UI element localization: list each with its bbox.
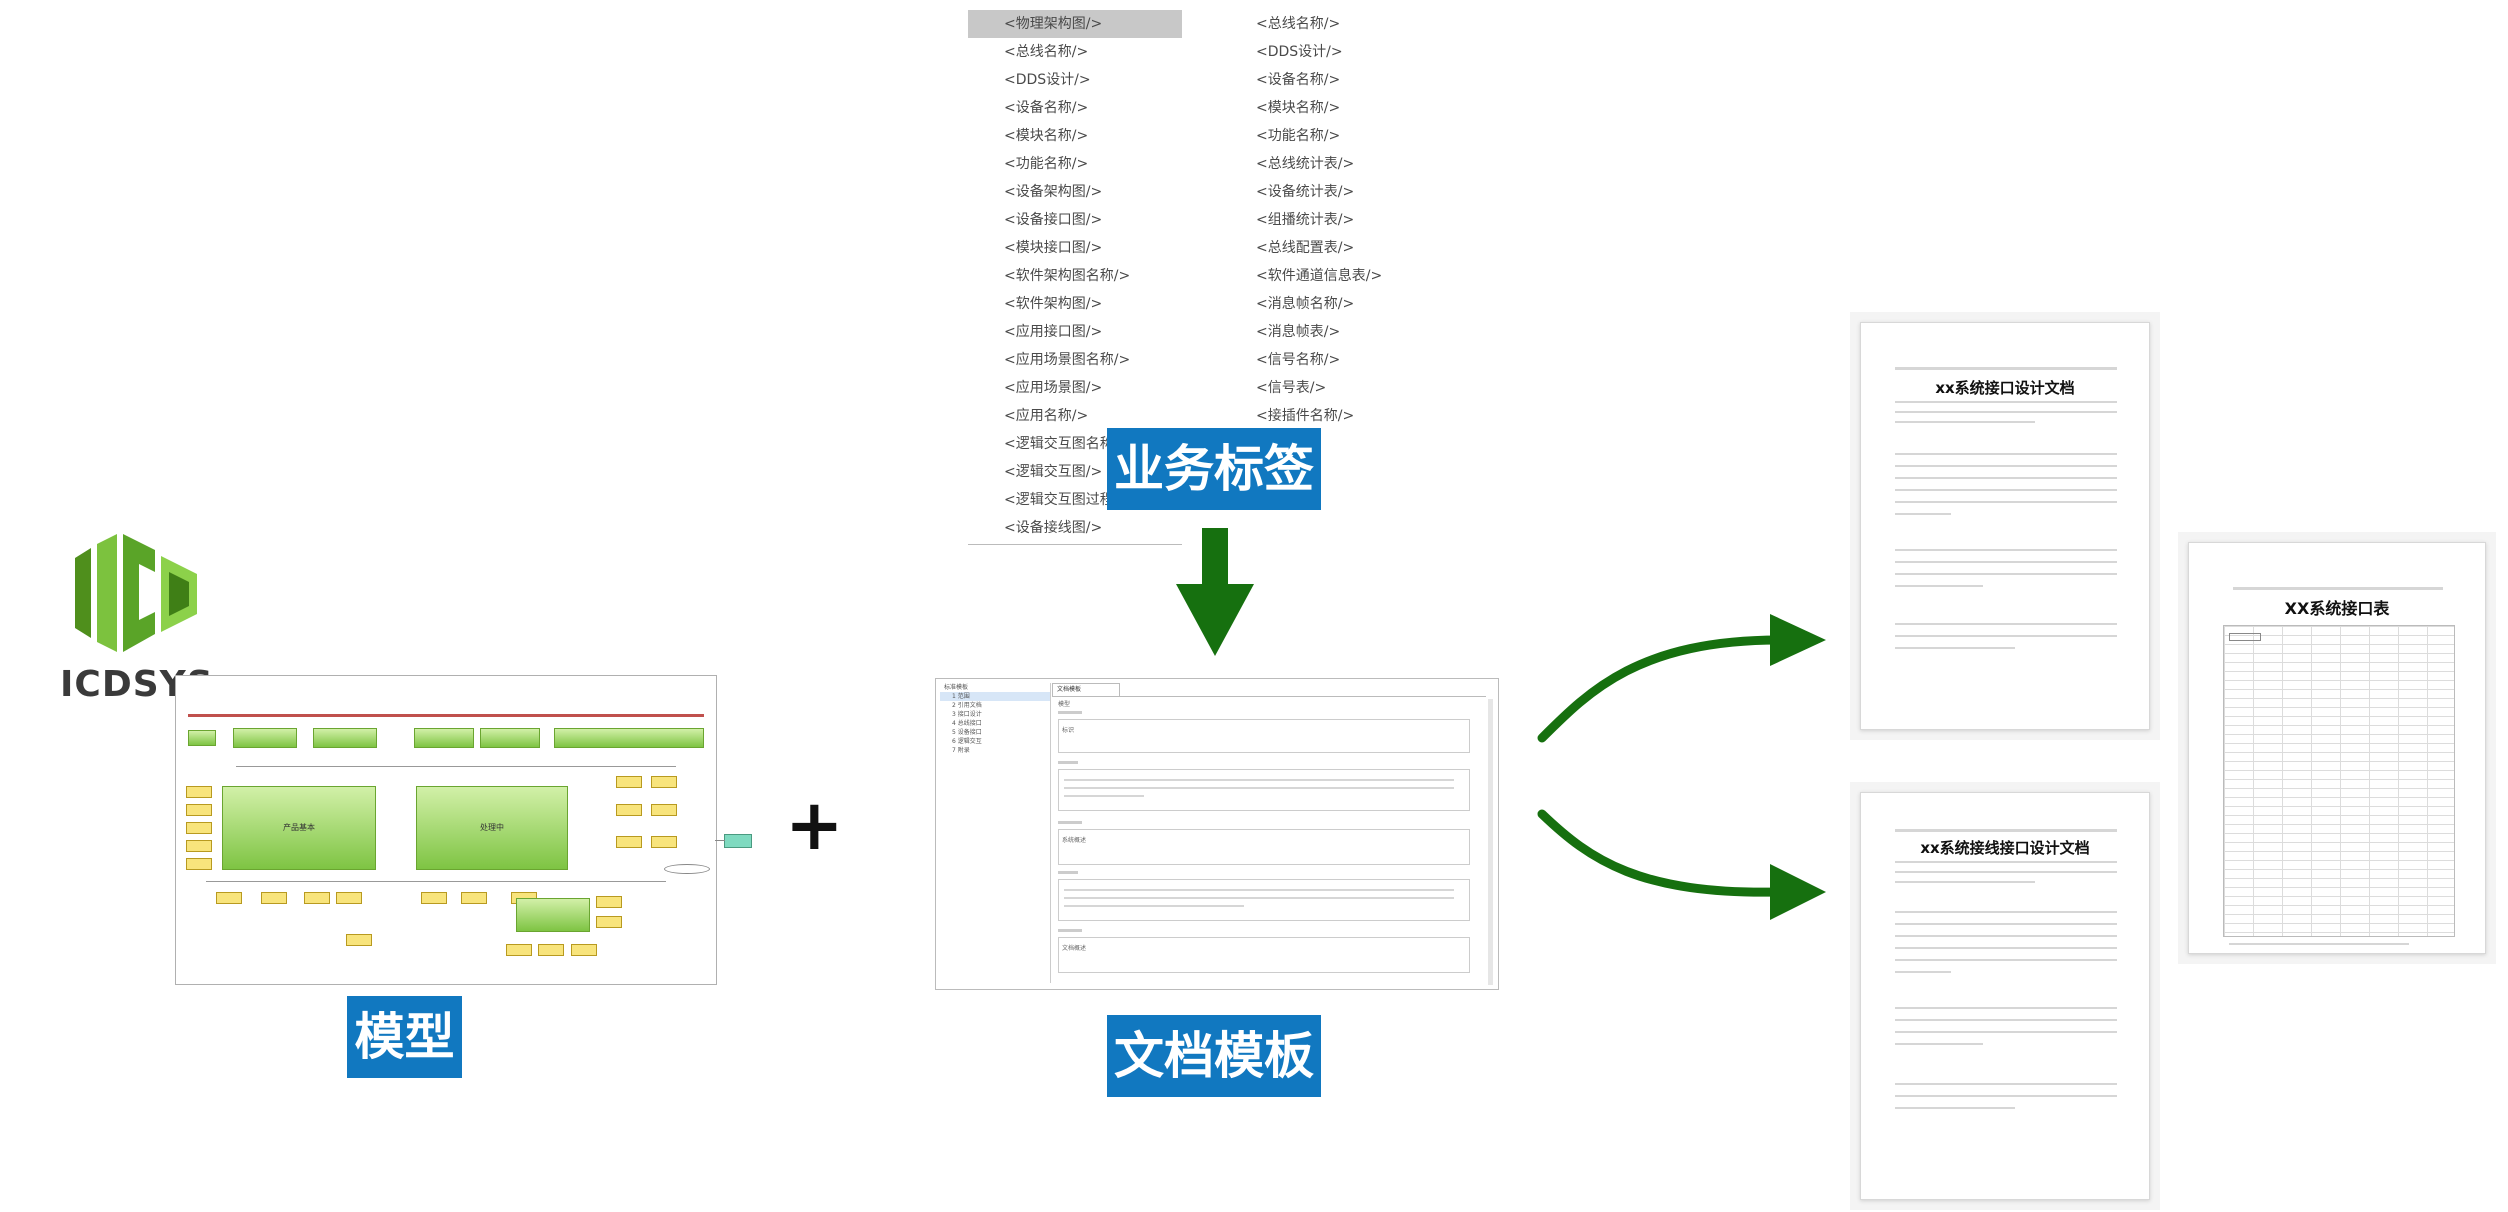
model-label: 模型 [347, 996, 462, 1078]
doc-template-label: 文档模板 [1107, 1015, 1321, 1097]
tag-left-item: <总线名称/> [1004, 44, 1089, 60]
template-section-label: 标识 [1062, 727, 1075, 734]
tag-right-item: <模块名称/> [1256, 100, 1341, 116]
tag-list-right: <总线名称/> <DDS设计/> <设备名称/> <模块名称/> <功能名称/>… [1256, 10, 1456, 430]
tag-left-item: <应用接口图/> [1004, 324, 1103, 340]
template-preview: 标准模板 1 范围 2 引用文档 3 接口设计 4 总线接口 5 设备接口 6 … [935, 678, 1499, 990]
down-arrow-icon [1176, 528, 1254, 656]
template-section-label: 模型 [1058, 701, 1071, 708]
tag-right-item: <功能名称/> [1256, 128, 1341, 144]
tag-left-item: <设备架构图/> [1004, 184, 1103, 200]
tree-item: 4 总线接口 [952, 720, 982, 727]
logo-icon [75, 534, 197, 652]
output-table: XX系统接口表 [2178, 532, 2496, 964]
model-diagram: 产品基本 处理中 [175, 675, 717, 985]
doc2-title: xx系统接线接口设计文档 [1920, 839, 2090, 857]
template-tab: 文档模板 [1052, 683, 1120, 696]
tree-item: 1 范围 [940, 692, 1050, 701]
tag-right-item: <信号表/> [1256, 380, 1327, 396]
tag-left-item: <软件架构图/> [1004, 296, 1103, 312]
tag-right-item: <消息帧表/> [1256, 324, 1341, 340]
tag-right-item: <总线名称/> [1256, 16, 1341, 32]
tag-left-item: <软件架构图名称/> [1004, 268, 1131, 284]
tag-left-item: <应用场景图/> [1004, 380, 1103, 396]
tag-right-item: <DDS设计/> [1256, 44, 1343, 60]
table-grid [2223, 625, 2455, 937]
tree-item: 6 逻辑交互 [952, 738, 982, 745]
tag-right-item: <信号名称/> [1256, 352, 1341, 368]
tag-left-item: <应用名称/> [1004, 408, 1089, 424]
tag-right-item: <总线配置表/> [1256, 240, 1355, 256]
template-tree: 标准模板 1 范围 2 引用文档 3 接口设计 4 总线接口 5 设备接口 6 … [940, 683, 1051, 983]
tag-left-item: <设备接线图/> [1004, 520, 1103, 536]
tag-right-item: <设备统计表/> [1256, 184, 1355, 200]
model-center-left: 产品基本 [283, 823, 315, 832]
arrow-to-doc2-icon [1537, 809, 1826, 920]
output-doc-2: xx系统接线接口设计文档 [1850, 782, 2160, 1210]
doc1-title: xx系统接口设计文档 [1935, 379, 2075, 397]
tree-item: 5 设备接口 [952, 729, 982, 736]
tree-item: 标准模板 [944, 684, 969, 691]
tree-item: 7 附录 [952, 747, 970, 754]
table-title: XX系统接口表 [2284, 599, 2390, 618]
tag-left-item: <应用场景图名称/> [1004, 352, 1131, 368]
tag-right-item: <接插件名称/> [1256, 408, 1355, 424]
business-tags-label: 业务标签 [1107, 428, 1321, 510]
tag-left-item: <物理架构图/> [968, 10, 1182, 38]
template-section-label: 系统概述 [1062, 837, 1087, 844]
arrow-to-doc1-icon [1537, 614, 1826, 743]
template-section-label: 文档概述 [1062, 945, 1087, 952]
model-center-right: 处理中 [480, 823, 504, 832]
tag-right-item: <总线统计表/> [1256, 156, 1355, 172]
tag-left-item: <设备名称/> [1004, 100, 1089, 116]
tag-right-item: <软件通道信息表/> [1256, 268, 1383, 284]
tag-left-item: <模块名称/> [1004, 128, 1089, 144]
tag-right-item: <组播统计表/> [1256, 212, 1355, 228]
tag-left-item: <设备接口图/> [1004, 212, 1103, 228]
output-doc-1: xx系统接口设计文档 [1850, 312, 2160, 740]
plus-sign: + [785, 784, 844, 866]
tag-right-item: <设备名称/> [1256, 72, 1341, 88]
tree-item: 3 接口设计 [952, 711, 982, 718]
tag-left-item: <DDS设计/> [1004, 72, 1091, 88]
tag-right-item: <消息帧名称/> [1256, 296, 1355, 312]
tree-item: 2 引用文档 [952, 702, 982, 709]
model-side-box [724, 834, 752, 848]
tag-left-item: <功能名称/> [1004, 156, 1089, 172]
tag-left-item: <模块接口图/> [1004, 240, 1103, 256]
